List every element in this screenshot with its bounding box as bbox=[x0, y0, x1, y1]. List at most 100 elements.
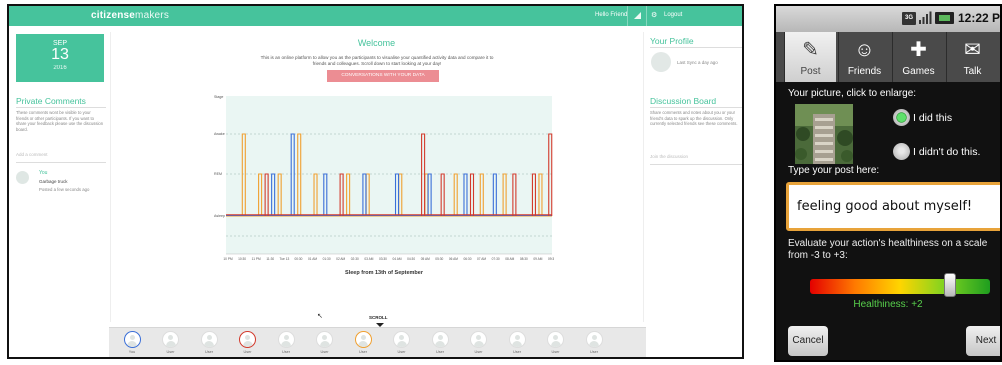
add-comment-input[interactable]: Add a comment bbox=[16, 152, 48, 157]
participant-label: You bbox=[128, 350, 136, 354]
date-year: 2016 bbox=[53, 65, 67, 71]
participant-item[interactable]: User bbox=[271, 331, 301, 354]
comment-text: Garbage truck bbox=[39, 179, 68, 184]
healthiness-slider[interactable] bbox=[810, 279, 990, 294]
participant-avatar[interactable] bbox=[431, 331, 449, 348]
participant-label: User bbox=[435, 350, 445, 354]
participant-avatar[interactable] bbox=[239, 331, 256, 348]
participant-avatar[interactable] bbox=[277, 331, 295, 348]
participant-item[interactable]: User bbox=[348, 331, 378, 354]
private-comments-description: These comments wont be visible to your f… bbox=[16, 110, 104, 132]
join-discussion-input[interactable]: Join the discussion bbox=[650, 154, 688, 159]
participant-item[interactable]: User bbox=[310, 331, 340, 354]
cancel-button[interactable]: Cancel bbox=[788, 326, 828, 356]
participant-avatar[interactable] bbox=[393, 331, 410, 348]
brand-logo[interactable]: citizensemakers bbox=[91, 10, 169, 21]
radio-i-did-this-label[interactable]: I did this bbox=[913, 112, 952, 124]
participant-avatar[interactable] bbox=[123, 331, 141, 348]
participant-label: User bbox=[320, 350, 329, 354]
smiley-icon: ☺ bbox=[854, 39, 875, 61]
profile-avatar[interactable] bbox=[651, 52, 671, 72]
participant-label: User bbox=[243, 350, 252, 354]
participant-label: User bbox=[551, 350, 560, 354]
tab-talk[interactable]: ✉ Talk bbox=[946, 32, 998, 82]
chart-x-tick-label: 04 AM bbox=[393, 257, 402, 261]
participant-avatar[interactable] bbox=[200, 331, 218, 348]
tab-games[interactable]: ✚ Games bbox=[892, 32, 944, 82]
participant-item[interactable]: User bbox=[464, 331, 494, 354]
participants-strip: You User User User User User User User User User U… bbox=[109, 327, 646, 357]
participant-avatar[interactable] bbox=[508, 331, 526, 348]
nav-divider bbox=[646, 6, 647, 26]
chart-x-tick-label: 10 PM bbox=[223, 257, 233, 261]
participant-label: User bbox=[166, 350, 175, 354]
logout-link[interactable]: Logout bbox=[664, 12, 682, 18]
conversations-with-data-button[interactable]: CONVERSATIONS WITH YOUR DATA bbox=[327, 70, 439, 82]
radio-i-didnt-do-this[interactable] bbox=[893, 143, 910, 160]
gear-icon[interactable]: ⚙ bbox=[651, 11, 657, 19]
radio-i-did-this[interactable] bbox=[893, 109, 910, 126]
participant-item[interactable]: You bbox=[117, 331, 147, 354]
participant-item[interactable]: User bbox=[579, 331, 609, 354]
status-bar: 3G 12:22 PM bbox=[776, 6, 1000, 32]
comment-author[interactable]: You bbox=[39, 170, 47, 176]
participant-avatar[interactable] bbox=[354, 331, 372, 348]
sleep-chart[interactable]: Stage Awake REM Asleep 10 PM 10:30 11 PM 11:30 T… bbox=[214, 88, 554, 270]
participant-label: User bbox=[358, 350, 368, 354]
chart-x-tick-label: 02:30 bbox=[351, 257, 359, 261]
post-photo-thumbnail[interactable] bbox=[795, 104, 853, 164]
tab-friends[interactable]: ☺ Friends bbox=[838, 32, 890, 82]
participant-label: User bbox=[397, 350, 406, 354]
network-3g-icon: 3G bbox=[902, 12, 916, 25]
participant-item[interactable]: User bbox=[425, 331, 455, 354]
avatar bbox=[16, 171, 29, 184]
participant-item[interactable]: User bbox=[541, 331, 571, 354]
column-divider bbox=[643, 32, 644, 322]
pencil-icon: ✎ bbox=[802, 39, 819, 61]
signal-icon[interactable] bbox=[634, 12, 641, 19]
radio-i-didnt-do-this-label[interactable]: I didn't do this. bbox=[913, 146, 980, 158]
participant-avatar[interactable] bbox=[316, 331, 333, 348]
tab-bar: ✎ Post ☺ Friends ✚ Games ✉ Talk bbox=[776, 32, 1000, 82]
participant-item[interactable]: User bbox=[156, 331, 186, 354]
post-form: Your picture, click to enlarge: I did th… bbox=[776, 82, 1000, 360]
participant-item[interactable]: User bbox=[502, 331, 532, 354]
participant-item[interactable]: User bbox=[233, 331, 263, 354]
divider bbox=[650, 164, 742, 165]
tab-post[interactable]: ✎ Post bbox=[784, 32, 836, 82]
healthiness-slider-thumb[interactable] bbox=[944, 273, 956, 297]
top-navigation-bar: citizensemakers Hello Friend ⚙ Logout bbox=[9, 6, 742, 26]
chart-x-tick-label: 04:30 bbox=[407, 257, 415, 261]
scroll-label[interactable]: SCROLL bbox=[369, 315, 388, 320]
chart-x-tick-label: 07 AM bbox=[477, 257, 486, 261]
next-button[interactable]: Next bbox=[966, 326, 1000, 356]
participant-avatar[interactable] bbox=[547, 331, 564, 348]
date-card: SEP 13 2016 bbox=[16, 34, 104, 82]
discussion-board-title: Discussion Board bbox=[650, 96, 717, 106]
chart-x-tick-label: 05:30 bbox=[435, 257, 443, 261]
last-sync-text: Last Sync a day ago bbox=[677, 60, 718, 65]
participant-avatar[interactable] bbox=[585, 331, 603, 348]
tab-label: Talk bbox=[963, 66, 982, 77]
participant-label: User bbox=[512, 350, 522, 354]
mouse-cursor-icon: ↖ bbox=[317, 313, 323, 320]
chart-x-tick-label: 08:30 bbox=[520, 257, 528, 261]
comment-timestamp: Posted a few seconds ago bbox=[39, 187, 90, 192]
chart-x-tick-label: 00:30 bbox=[294, 257, 302, 261]
healthiness-value-label: Healthiness: +2 bbox=[853, 299, 923, 310]
status-time: 12:22 PM bbox=[958, 11, 1001, 25]
post-text-input[interactable]: feeling good about myself! bbox=[786, 182, 1000, 231]
participant-avatar[interactable] bbox=[162, 331, 179, 348]
participant-item[interactable]: User bbox=[387, 331, 417, 354]
participant-avatar[interactable] bbox=[470, 331, 487, 348]
hello-user-link[interactable]: Hello Friend bbox=[595, 12, 627, 18]
participant-item[interactable]: User bbox=[194, 331, 224, 354]
tab-label: Post bbox=[800, 66, 821, 77]
chart-y-tick-label: Asleep bbox=[214, 214, 225, 218]
chart-y-tick-label: REM bbox=[214, 172, 222, 176]
chart-x-tick-label: 11 PM bbox=[252, 257, 261, 261]
divider bbox=[650, 107, 742, 108]
participant-label: User bbox=[281, 350, 291, 354]
participant-label: User bbox=[204, 350, 214, 354]
tab-label: Friends bbox=[847, 66, 882, 77]
